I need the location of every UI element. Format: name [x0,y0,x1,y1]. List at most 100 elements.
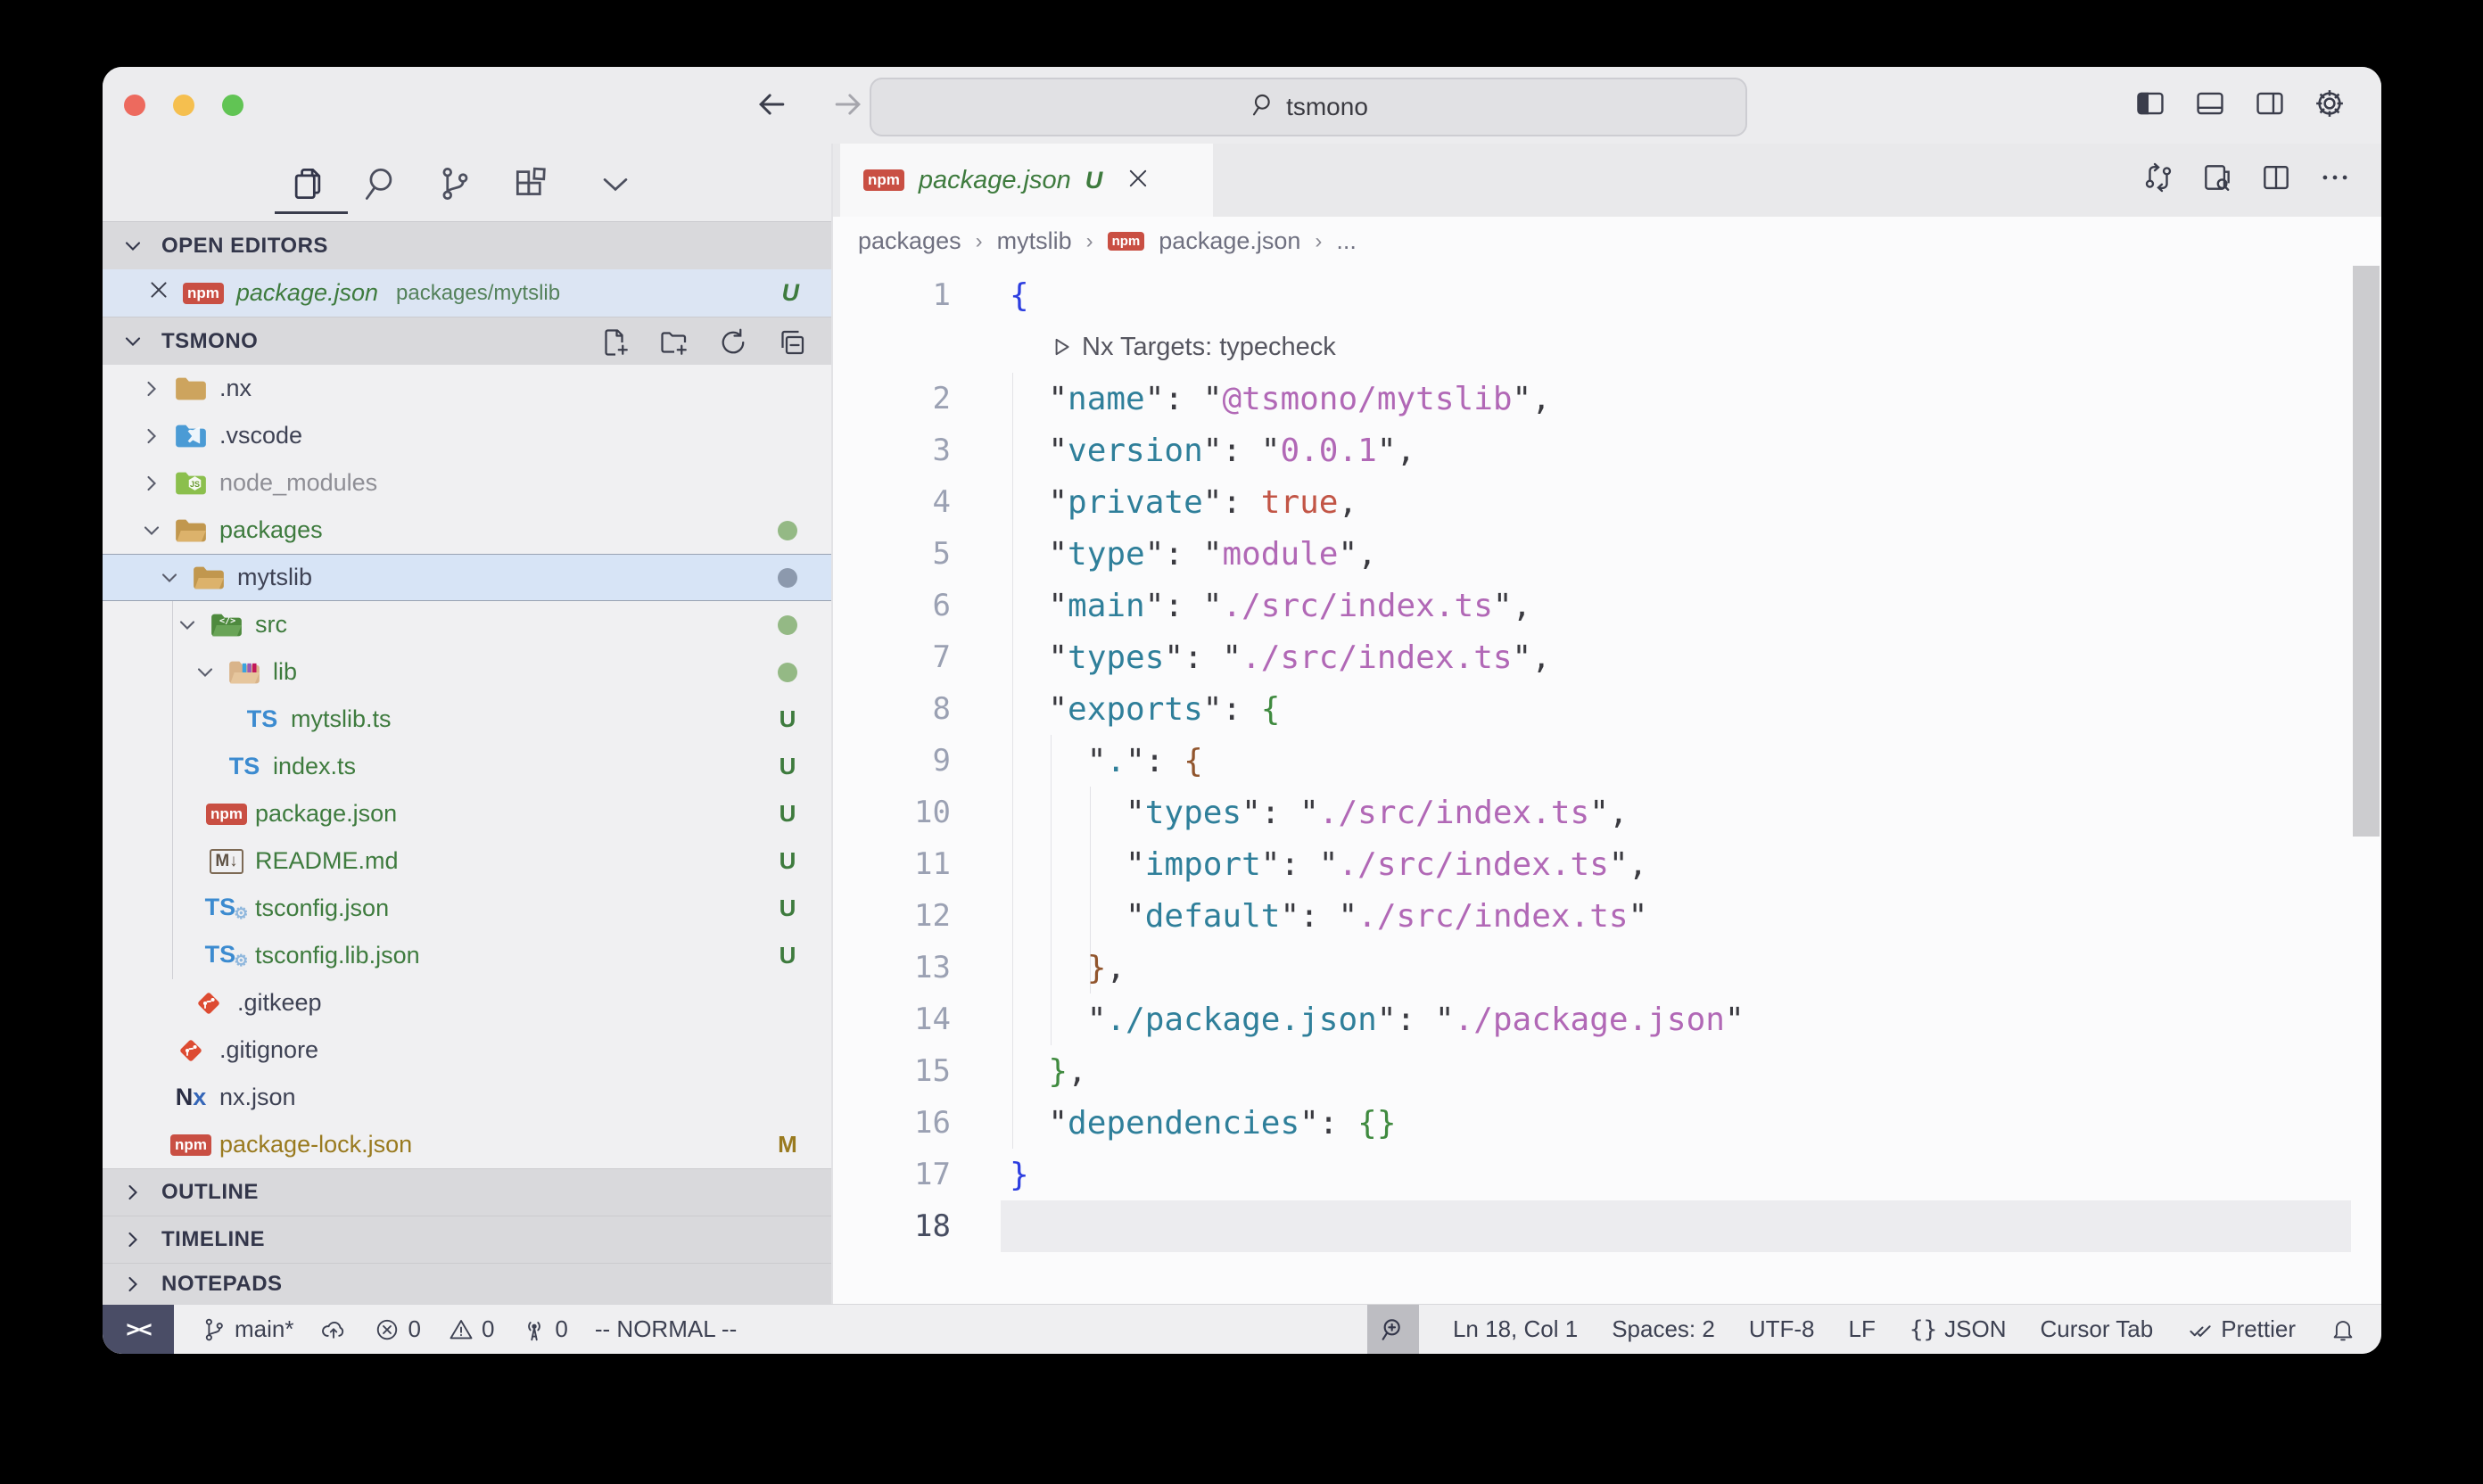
open-preview-icon[interactable] [2199,160,2235,195]
encoding-item[interactable]: UTF-8 [1749,1315,1815,1343]
chevron-right-icon[interactable] [134,466,169,501]
code-line-16[interactable]: 16 "dependencies": {} [833,1097,2381,1149]
breadcrumb-packages[interactable]: packages [858,227,961,255]
tree-item-.gitignore[interactable]: .gitignore [103,1026,831,1074]
toggle-panel-icon[interactable] [2192,86,2228,121]
code-line-11[interactable]: 11 "import": "./src/index.ts", [833,838,2381,890]
breadcrumb-file[interactable]: package.json [1159,227,1300,255]
codelens-nx-targets[interactable]: Nx Targets: typecheck [833,321,2381,373]
tree-item-node_modules[interactable]: JSnode_modules [103,459,831,507]
tab-package-json[interactable]: npm package.json U [840,144,1213,217]
tree-item-tsconfig.json[interactable]: TS⚙tsconfig.jsonU [103,885,831,932]
tree-item-tsconfig.lib.json[interactable]: TS⚙tsconfig.lib.jsonU [103,932,831,979]
code-line-7[interactable]: 7 "types": "./src/index.ts", [833,631,2381,683]
new-folder-icon[interactable] [656,325,692,360]
toggle-primary-sidebar-icon[interactable] [2132,86,2168,121]
tree-item-README.md[interactable]: M↓README.mdU [103,837,831,885]
search-icon[interactable] [359,163,400,204]
formatter-item[interactable]: Prettier [2187,1315,2296,1343]
code-line-6[interactable]: 6 "main": "./src/index.ts", [833,580,2381,631]
code-line-13[interactable]: 13 }, [833,942,2381,993]
cursor-tab-item[interactable]: Cursor Tab [2041,1315,2154,1343]
remote-indicator[interactable]: >< [103,1305,174,1354]
tree-item-package-lock.json[interactable]: npmpackage-lock.jsonM [103,1121,831,1168]
tree-item-.nx[interactable]: .nx [103,365,831,412]
split-editor-icon[interactable] [2258,160,2294,195]
git-branch-item[interactable]: main* [201,1315,293,1343]
chevron-right-icon[interactable] [134,371,169,407]
code-area[interactable]: 1{Nx Targets: typecheck2 "name": "@tsmon… [833,266,2381,1304]
close-window-button[interactable] [124,95,145,116]
line-number: 6 [833,588,951,623]
eol-item[interactable]: LF [1849,1315,1876,1343]
history-back-icon[interactable] [752,85,791,128]
breadcrumb-symbol[interactable]: ... [1336,227,1357,255]
ports-item[interactable]: 0 [521,1315,567,1343]
code-line-14[interactable]: 14 "./package.json": "./package.json" [833,993,2381,1045]
code-line-15[interactable]: 15 }, [833,1045,2381,1097]
indentation-item[interactable]: Spaces: 2 [1612,1315,1715,1343]
new-file-icon[interactable] [598,325,633,360]
tree-item-nx.json[interactable]: Nxnx.json [103,1074,831,1121]
source-control-icon[interactable] [434,163,475,204]
tree-item-.vscode[interactable]: .vscode [103,412,831,459]
code-line-9[interactable]: 9 ".": { [833,735,2381,787]
explorer-icon[interactable] [287,163,328,204]
code-line-10[interactable]: 10 "types": "./src/index.ts", [833,787,2381,838]
editor-group: npm package.json U [833,144,2381,1304]
code-line-2[interactable]: 2 "name": "@tsmono/mytslib", [833,373,2381,425]
tree-item-mytslib.ts[interactable]: TSmytslib.tsU [103,696,831,743]
close-editor-icon[interactable] [147,278,170,308]
notepads-section[interactable]: NOTEPADS [103,1263,831,1304]
errors-item[interactable]: 0 [374,1315,420,1343]
cursor-position-item[interactable]: Ln 18, Col 1 [1453,1315,1578,1343]
outline-section[interactable]: OUTLINE [103,1168,831,1216]
chevron-right-icon[interactable] [134,418,169,454]
code-line-17[interactable]: 17} [833,1149,2381,1200]
notifications-bell-icon[interactable] [2330,1316,2356,1343]
tree-item-mytslib[interactable]: mytslib [103,554,831,601]
code-line-1[interactable]: 1{ [833,269,2381,321]
code-line-18[interactable]: 18 [833,1200,2381,1252]
collapse-all-icon[interactable] [774,325,810,360]
code-line-8[interactable]: 8 "exports": { [833,683,2381,735]
command-center-search[interactable]: tsmono [870,78,1747,136]
code-line-3[interactable]: 3 "version": "0.0.1", [833,425,2381,476]
close-tab-icon[interactable] [1126,166,1151,195]
editor-scrollbar[interactable] [2353,266,2380,837]
open-editor-item[interactable]: npm package.json packages/mytslib U [103,269,831,317]
language-mode-item[interactable]: {} JSON [1910,1315,2007,1343]
more-actions-icon[interactable] [2317,160,2353,195]
chevron-down-icon[interactable] [187,655,223,690]
history-forward-icon[interactable] [829,85,868,128]
tree-item-src[interactable]: </>src [103,601,831,648]
outline-title: OUTLINE [161,1180,259,1205]
tree-item-index.ts[interactable]: TSindex.tsU [103,743,831,790]
vim-mode-item[interactable]: -- NORMAL -- [595,1315,737,1343]
minimize-window-button[interactable] [173,95,194,116]
breadcrumb-mytslib[interactable]: mytslib [997,227,1072,255]
chevron-down-icon[interactable] [169,607,205,643]
warnings-item[interactable]: 0 [448,1315,494,1343]
tree-item-packages[interactable]: packages [103,507,831,554]
tree-item-.gitkeep[interactable]: .gitkeep [103,979,831,1026]
extensions-icon[interactable] [510,163,551,204]
chevron-down-icon[interactable] [152,560,187,596]
open-changes-icon[interactable] [2141,160,2176,195]
toggle-secondary-sidebar-icon[interactable] [2252,86,2288,121]
chevron-down-icon[interactable] [134,513,169,548]
tree-item-package.json[interactable]: npmpackage.jsonU [103,790,831,837]
sync-changes-icon[interactable] [320,1316,347,1343]
refresh-icon[interactable] [715,325,751,360]
code-line-5[interactable]: 5 "type": "module", [833,528,2381,580]
chevron-down-icon[interactable] [595,163,636,204]
open-editors-header[interactable]: OPEN EDITORS [103,221,831,269]
zoom-window-button[interactable] [222,95,243,116]
settings-gear-icon[interactable] [2312,86,2347,121]
timeline-section[interactable]: TIMELINE [103,1216,831,1263]
zoom-indicator[interactable] [1367,1305,1419,1354]
workspace-header[interactable]: TSMONO [103,317,831,365]
tree-item-lib[interactable]: lib [103,648,831,696]
code-line-12[interactable]: 12 "default": "./src/index.ts" [833,890,2381,942]
code-line-4[interactable]: 4 "private": true, [833,476,2381,528]
